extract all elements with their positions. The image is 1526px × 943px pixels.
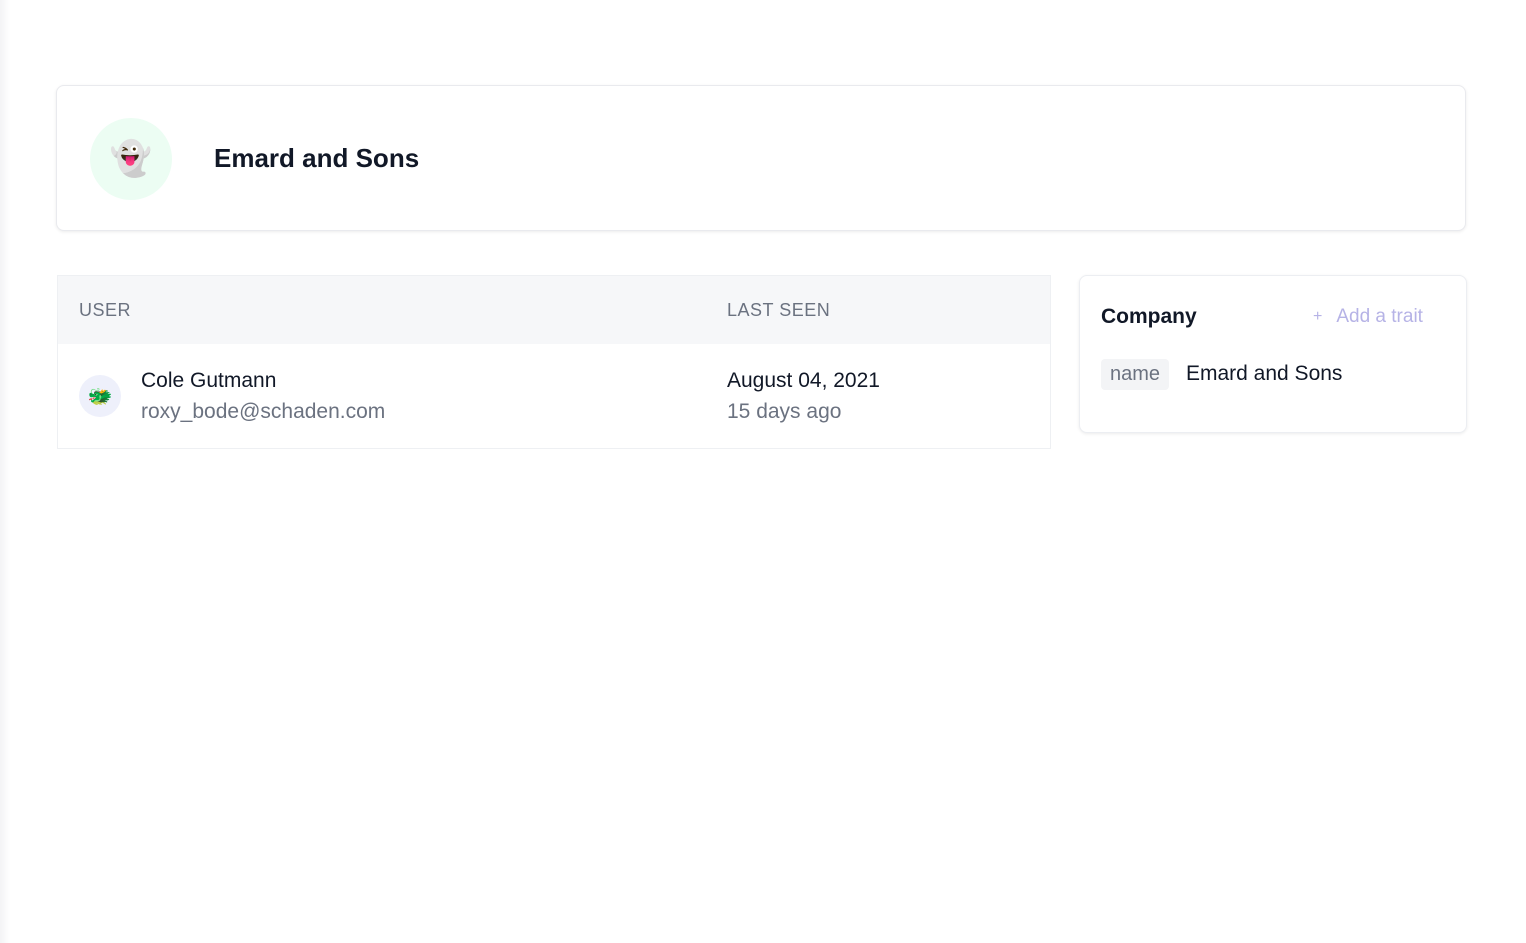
page-left-edge bbox=[0, 0, 10, 943]
ghost-icon: 👻 bbox=[109, 139, 153, 179]
add-trait-label: Add a trait bbox=[1336, 306, 1423, 327]
plus-icon: + bbox=[1313, 308, 1323, 325]
table-row[interactable]: 🐲 Cole Gutmann roxy_bode@schaden.com Aug… bbox=[58, 344, 1050, 448]
last-seen-relative: 15 days ago bbox=[727, 400, 842, 423]
traits-card: Company + Add a trait name Emard and Son… bbox=[1079, 275, 1467, 433]
company-header-card: 👻 Emard and Sons bbox=[56, 85, 1466, 231]
add-trait-button[interactable]: + Add a trait bbox=[1313, 304, 1423, 330]
column-header-last-seen: LAST SEEN bbox=[727, 300, 831, 320]
dragon-face-icon: 🐲 bbox=[87, 384, 113, 408]
users-table: USER LAST SEEN 🐲 Cole Gutmann roxy_bode@… bbox=[57, 275, 1051, 449]
page-title: Emard and Sons bbox=[214, 143, 420, 173]
user-name[interactable]: Cole Gutmann bbox=[141, 368, 276, 394]
user-email: roxy_bode@schaden.com bbox=[141, 400, 386, 423]
column-header-user: USER bbox=[79, 300, 132, 320]
table-header: USER LAST SEEN bbox=[58, 276, 1050, 344]
user-avatar: 🐲 bbox=[79, 375, 121, 417]
traits-card-title: Company bbox=[1101, 305, 1197, 328]
trait-key: name bbox=[1101, 359, 1170, 390]
trait-value[interactable]: Emard and Sons bbox=[1186, 360, 1342, 388]
company-avatar: 👻 bbox=[90, 118, 172, 200]
last-seen-date: August 04, 2021 bbox=[727, 369, 880, 392]
